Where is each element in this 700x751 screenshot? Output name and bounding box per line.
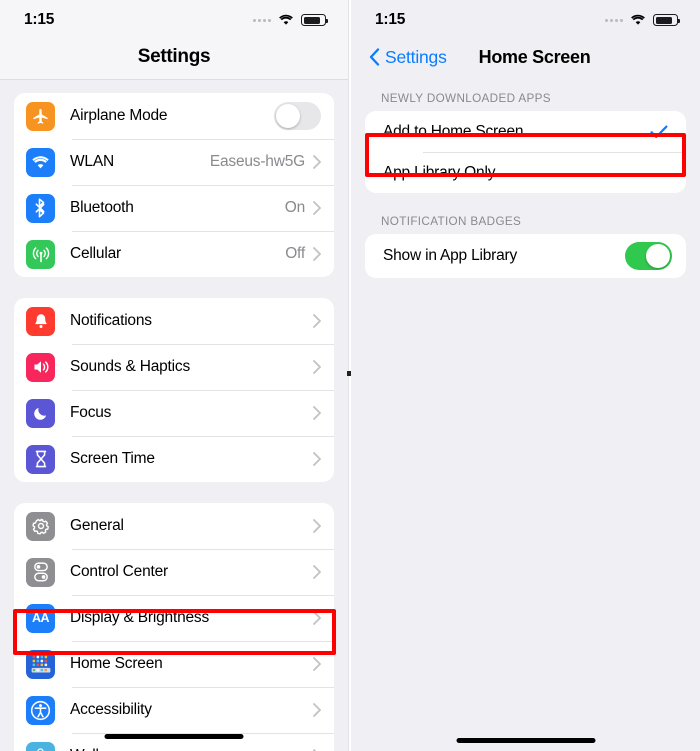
status-time: 1:15 <box>24 11 55 28</box>
settings-group-connectivity: Airplane Mode WLAN Easeus-hw5G Bluetooth <box>14 93 334 277</box>
settings-row-label: Accessibility <box>70 701 152 718</box>
airplane-mode-toggle[interactable] <box>274 102 321 130</box>
back-to-settings-button[interactable]: Settings <box>369 47 447 68</box>
control-center-icon <box>26 557 55 587</box>
chevron-right-icon <box>313 452 321 466</box>
settings-row-home-screen[interactable]: Home Screen <box>14 641 334 687</box>
battery-icon <box>653 14 680 26</box>
signal-dots-icon <box>253 18 271 22</box>
checkmark-icon <box>650 125 668 138</box>
settings-row-label: Bluetooth <box>70 199 134 216</box>
back-button-label: Settings <box>385 46 447 67</box>
newly-downloaded-apps-group: Add to Home Screen App Library Only <box>365 111 686 193</box>
bell-icon <box>26 306 55 336</box>
left-navbar: Settings <box>0 34 348 80</box>
settings-row-label: Sounds & Haptics <box>70 358 191 375</box>
setting-show-in-app-library[interactable]: Show in App Library <box>365 234 686 278</box>
settings-row-focus[interactable]: Focus <box>14 390 334 436</box>
home-indicator <box>456 737 595 743</box>
dual-phone-screenshot: 1:15 Settings Airplane Mode WLAN Easeus-… <box>0 0 700 751</box>
settings-row-label: Airplane Mode <box>70 107 168 124</box>
speaker-icon <box>26 352 55 382</box>
settings-row-label: Notifications <box>70 312 152 329</box>
gear-icon <box>26 511 55 541</box>
settings-row-label: Focus <box>70 404 112 421</box>
cellular-icon <box>26 239 55 269</box>
chevron-right-icon <box>313 406 321 420</box>
settings-row-label: General <box>70 517 124 534</box>
option-label: App Library Only <box>383 163 496 181</box>
home-screen-grid-icon <box>26 649 55 679</box>
chevron-right-icon <box>313 155 321 169</box>
chevron-left-icon <box>369 48 380 66</box>
wifi-icon <box>26 147 55 177</box>
option-label: Add to Home Screen <box>383 122 524 140</box>
settings-row-airplane-mode[interactable]: Airplane Mode <box>14 93 334 139</box>
settings-row-control-center[interactable]: Control Center <box>14 549 334 595</box>
option-add-to-home-screen[interactable]: Add to Home Screen <box>365 111 686 152</box>
status-indicators <box>605 14 680 26</box>
settings-row-screen-time[interactable]: Screen Time <box>14 436 334 482</box>
wallpaper-icon <box>26 741 55 751</box>
bluetooth-icon <box>26 193 55 223</box>
accessibility-icon <box>26 695 55 725</box>
chevron-right-icon <box>313 611 321 625</box>
settings-row-general[interactable]: General <box>14 503 334 549</box>
settings-row-label: WLAN <box>70 153 114 170</box>
settings-row-label: Home Screen <box>70 655 163 672</box>
setting-label: Show in App Library <box>383 247 518 264</box>
settings-row-label: Cellular <box>70 245 121 262</box>
moon-icon <box>26 398 55 428</box>
left-phone-screen: 1:15 Settings Airplane Mode WLAN Easeus-… <box>0 0 349 751</box>
settings-group-system: General Control Center AA Display & Brig… <box>14 503 334 751</box>
settings-row-display-brightness[interactable]: AA Display & Brightness <box>14 595 334 641</box>
wifi-icon <box>630 14 646 26</box>
settings-row-value: Easeus-hw5G <box>209 153 305 170</box>
settings-row-cellular[interactable]: Cellular Off <box>14 231 334 277</box>
chevron-right-icon <box>313 247 321 261</box>
notification-badges-group: Show in App Library <box>365 234 686 278</box>
settings-row-accessibility[interactable]: Accessibility <box>14 687 334 733</box>
show-in-app-library-toggle[interactable] <box>625 242 672 270</box>
display-brightness-icon: AA <box>26 603 55 633</box>
left-status-bar: 1:15 <box>0 0 348 34</box>
airplane-icon <box>26 101 55 131</box>
status-indicators <box>253 14 328 26</box>
status-time: 1:15 <box>375 11 406 28</box>
settings-row-wlan[interactable]: WLAN Easeus-hw5G <box>14 139 334 185</box>
home-indicator <box>104 733 244 739</box>
settings-row-label: Wallpaper <box>70 747 313 751</box>
chevron-right-icon <box>313 703 321 717</box>
settings-row-label: Control Center <box>70 563 168 580</box>
page-title: Home Screen <box>478 46 591 67</box>
settings-group-notifications: Notifications Sounds & Haptics Focus Scr… <box>14 298 334 482</box>
section-header-newly-downloaded-apps: NEWLY DOWNLOADED APPS <box>381 92 551 105</box>
right-phone-screen: 1:15 Settings Home Screen NEWLY DOWNLOAD… <box>351 0 700 751</box>
settings-row-bluetooth[interactable]: Bluetooth On <box>14 185 334 231</box>
option-app-library-only[interactable]: App Library Only <box>365 152 686 193</box>
battery-icon <box>301 14 328 26</box>
chevron-right-icon <box>313 519 321 533</box>
chevron-right-icon <box>313 657 321 671</box>
signal-dots-icon <box>605 18 623 22</box>
page-title: Settings <box>137 45 211 67</box>
section-header-notification-badges: NOTIFICATION BADGES <box>381 215 522 228</box>
settings-row-label: Screen Time <box>70 450 155 467</box>
right-navbar: Settings Home Screen <box>351 34 700 80</box>
chevron-right-icon <box>313 314 321 328</box>
settings-row-sounds-haptics[interactable]: Sounds & Haptics <box>14 344 334 390</box>
chevron-right-icon <box>313 201 321 215</box>
chevron-right-icon <box>313 360 321 374</box>
chevron-right-icon <box>313 565 321 579</box>
settings-row-notifications[interactable]: Notifications <box>14 298 334 344</box>
settings-row-value: Off <box>285 245 305 262</box>
settings-list: Airplane Mode WLAN Easeus-hw5G Bluetooth <box>0 80 348 751</box>
settings-row-label: Display & Brightness <box>70 609 210 626</box>
hourglass-icon <box>26 444 55 474</box>
wifi-icon <box>278 14 294 26</box>
right-status-bar: 1:15 <box>351 0 700 34</box>
home-screen-settings-list: NEWLY DOWNLOADED APPS Add to Home Screen… <box>351 80 700 278</box>
settings-row-value: On <box>284 199 305 216</box>
